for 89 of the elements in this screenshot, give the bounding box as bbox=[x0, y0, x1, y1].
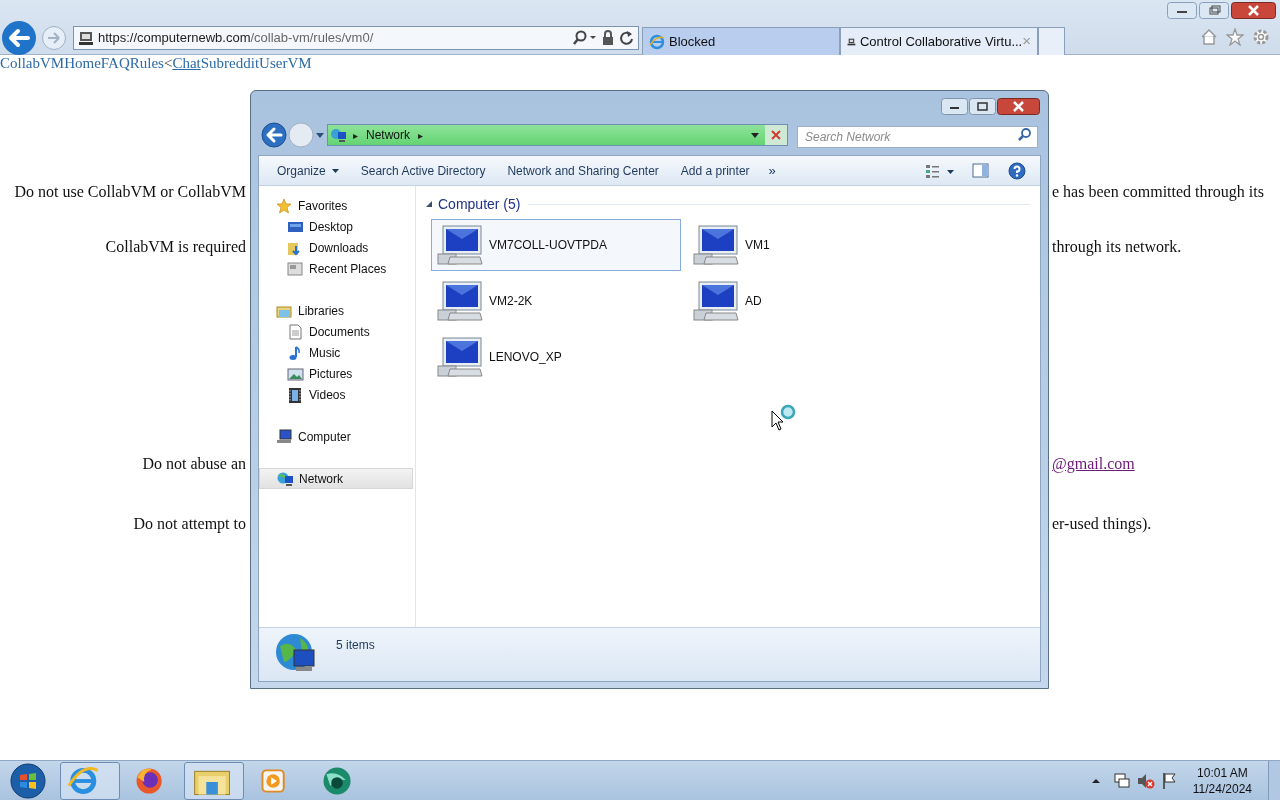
group-header: Computer (5) bbox=[438, 194, 521, 214]
minimize-button[interactable] bbox=[1167, 2, 1197, 19]
paragraph-text: through its network. bbox=[1052, 238, 1182, 255]
url-text: https://computernewb.com/collab-vm/rules/vm0/ bbox=[98, 29, 374, 48]
restore-button[interactable] bbox=[1199, 2, 1229, 19]
device-item[interactable]: AD bbox=[687, 275, 937, 327]
search-dropdown-icon[interactable] bbox=[573, 30, 597, 46]
nav-item[interactable]: Libraries bbox=[259, 300, 413, 321]
back-button[interactable] bbox=[261, 122, 287, 148]
computer-icon bbox=[276, 428, 293, 445]
back-button[interactable] bbox=[1, 21, 37, 55]
browser-tab[interactable]: Control Collaborative Virtu...× bbox=[840, 27, 1038, 55]
lock-icon bbox=[601, 30, 615, 46]
status-text: 5 items bbox=[336, 637, 375, 654]
address-bar[interactable]: ▸ Network ▸ bbox=[327, 124, 788, 146]
computer-icon bbox=[78, 30, 94, 46]
minimize-button[interactable] bbox=[941, 97, 968, 115]
device-item[interactable]: VM7COLL-UOVTPDA bbox=[431, 219, 681, 271]
breadcrumb-arrow[interactable]: ▸ bbox=[418, 127, 423, 143]
paragraph-text: Do not attempt to bbox=[133, 514, 246, 535]
search-icon bbox=[1018, 128, 1031, 141]
close-button[interactable] bbox=[997, 97, 1040, 115]
browser-tab[interactable]: Blocked bbox=[642, 27, 840, 55]
computer-icon bbox=[692, 224, 740, 266]
nav-link[interactable]: UserVM bbox=[259, 55, 312, 71]
nav-separator: < bbox=[163, 55, 173, 71]
more-commands-button[interactable]: » bbox=[760, 158, 784, 183]
address-field[interactable]: https://computernewb.com/collab-vm/rules/vm0/ bbox=[73, 26, 639, 50]
film-icon bbox=[287, 386, 304, 403]
nav-link[interactable]: Rules bbox=[129, 55, 164, 71]
nav-link[interactable]: Home bbox=[64, 55, 101, 71]
history-dropdown-icon[interactable] bbox=[315, 130, 325, 140]
toolbar-button[interactable]: Network and Sharing Center bbox=[496, 158, 670, 183]
stop-button[interactable] bbox=[765, 125, 787, 145]
breadcrumb-item[interactable]: Network bbox=[366, 126, 410, 144]
action-center-flag-icon[interactable] bbox=[1160, 771, 1179, 790]
nav-link[interactable]: FAQ bbox=[100, 55, 130, 71]
collapse-group-icon[interactable] bbox=[425, 200, 433, 208]
nav-item[interactable]: Recent Places bbox=[259, 258, 415, 279]
recent-places-icon bbox=[287, 260, 304, 277]
settings-icon[interactable] bbox=[1252, 28, 1270, 46]
network-icon bbox=[277, 470, 294, 487]
nav-link[interactable]: Chat bbox=[172, 55, 201, 71]
device-item[interactable]: VM2-2K bbox=[431, 275, 681, 327]
network-status-icon[interactable] bbox=[1112, 771, 1131, 790]
nav-item[interactable]: Music bbox=[259, 342, 415, 363]
tab-title: Control Collaborative Virtu... bbox=[859, 32, 1023, 51]
nav-link[interactable]: CollabVM bbox=[0, 55, 65, 71]
nav-item[interactable]: Downloads bbox=[259, 237, 415, 258]
maximize-button[interactable] bbox=[969, 97, 996, 115]
clock[interactable]: 10:01 AM 11/24/2024 bbox=[1192, 764, 1252, 797]
refresh-icon[interactable] bbox=[619, 30, 634, 46]
globe-e-icon bbox=[649, 33, 665, 50]
favorites-star-icon[interactable] bbox=[1226, 28, 1244, 46]
computer-icon bbox=[436, 336, 484, 378]
nav-item[interactable]: Pictures bbox=[259, 363, 415, 384]
paragraph-text: er-used things). bbox=[1052, 515, 1152, 532]
computer-icon bbox=[436, 224, 484, 266]
nav-item[interactable]: Desktop bbox=[259, 216, 415, 237]
device-item[interactable]: LENOVO_XP bbox=[431, 331, 681, 383]
nav-item[interactable]: Documents bbox=[259, 321, 415, 342]
close-button[interactable] bbox=[1231, 2, 1276, 19]
computer-icon bbox=[692, 280, 740, 322]
paragraph-text: Do not abuse an bbox=[142, 454, 246, 474]
paragraph-text: CollabVM is required bbox=[105, 237, 246, 258]
paragraph-text: e has been committed through its bbox=[1052, 183, 1264, 200]
tab-title: Blocked bbox=[669, 32, 716, 51]
nav-item[interactable]: Network bbox=[259, 468, 413, 489]
toolbar-button[interactable]: Add a printer bbox=[669, 158, 761, 183]
computer-icon bbox=[436, 280, 484, 322]
pictures-icon bbox=[287, 365, 304, 382]
nav-item[interactable]: Videos bbox=[259, 384, 415, 405]
breadcrumb-arrow[interactable]: ▸ bbox=[353, 127, 358, 143]
paragraph-text: Do not use CollabVM or CollabVM bbox=[14, 182, 246, 202]
email-link[interactable]: @gmail.com bbox=[1052, 455, 1135, 472]
home-icon[interactable] bbox=[1200, 28, 1218, 46]
search-field[interactable]: Search Network bbox=[797, 126, 1038, 148]
star-icon bbox=[276, 197, 293, 214]
nav-item[interactable]: Computer bbox=[259, 426, 413, 447]
network-globe-icon bbox=[274, 632, 316, 674]
start-button[interactable] bbox=[8, 761, 48, 800]
network-icon bbox=[330, 127, 347, 143]
nav-link[interactable]: Subreddit bbox=[200, 55, 260, 71]
help-icon[interactable] bbox=[1008, 161, 1026, 180]
device-item[interactable]: VM1 bbox=[687, 219, 937, 271]
toolbar-button[interactable]: Search Active Directory bbox=[349, 158, 497, 183]
nav-item[interactable]: Favorites bbox=[259, 195, 413, 216]
toolbar-button[interactable]: Organize bbox=[266, 158, 350, 183]
document-icon bbox=[287, 323, 304, 340]
